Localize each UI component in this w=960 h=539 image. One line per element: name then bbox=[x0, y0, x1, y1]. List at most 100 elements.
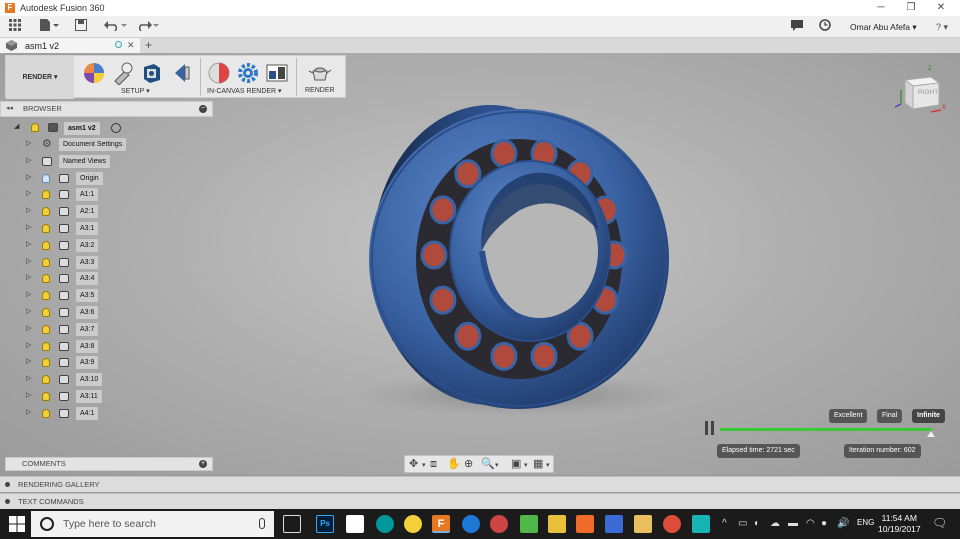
volume-icon[interactable]: 🔊 bbox=[837, 518, 849, 530]
undo-icon[interactable] bbox=[102, 19, 128, 35]
visibility-bulb-icon[interactable] bbox=[42, 257, 50, 267]
rendering-gallery-panel[interactable]: RENDERING GALLERY bbox=[0, 476, 960, 492]
data-panel-grid-icon[interactable] bbox=[8, 19, 22, 35]
app-icon[interactable] bbox=[605, 515, 623, 533]
visibility-bulb-icon[interactable] bbox=[42, 324, 50, 334]
fusion360-taskbar-icon[interactable]: F bbox=[432, 515, 450, 533]
browser-node[interactable]: ▷ Named Views bbox=[26, 154, 212, 168]
browser-node[interactable]: ▷ A3:10 bbox=[26, 373, 212, 387]
view-cube[interactable]: RIGHT Z X bbox=[892, 66, 946, 117]
look-at-icon[interactable]: ⧈ bbox=[430, 457, 437, 471]
pause-render-button[interactable] bbox=[705, 421, 716, 435]
browser-node[interactable]: ▷ A3:8 bbox=[26, 339, 212, 353]
visibility-bulb-icon[interactable] bbox=[42, 240, 50, 250]
zoom-window-icon[interactable]: ⊕ bbox=[464, 457, 473, 471]
visibility-bulb-icon[interactable] bbox=[42, 274, 50, 284]
minimize-button[interactable]: ─ bbox=[866, 0, 896, 16]
collapse-browser-button[interactable]: ◂◂ bbox=[6, 102, 13, 116]
expand-triangle-icon[interactable]: ▷ bbox=[26, 357, 31, 365]
help-menu[interactable]: ? ▾ bbox=[930, 19, 954, 35]
expand-triangle-icon[interactable]: ▷ bbox=[26, 240, 31, 248]
expand-triangle-icon[interactable]: ▷ bbox=[26, 374, 31, 382]
decal-icon[interactable] bbox=[169, 61, 193, 85]
onedrive-cloud-icon[interactable]: ☁ bbox=[770, 518, 780, 530]
quality-slider-handle[interactable] bbox=[927, 431, 935, 437]
scene-settings-icon[interactable] bbox=[111, 61, 135, 86]
appearance-icon[interactable] bbox=[82, 61, 106, 85]
app-icon[interactable] bbox=[692, 515, 710, 533]
tray-app-icon[interactable]: ▬ bbox=[788, 518, 798, 530]
display-settings-icon[interactable]: ▣ bbox=[511, 457, 521, 471]
expand-triangle-icon[interactable]: ▷ bbox=[26, 223, 31, 231]
app-icon[interactable] bbox=[548, 515, 566, 533]
workspace-switcher[interactable]: RENDER ▾ bbox=[6, 56, 74, 99]
browser-root-node[interactable]: ◢ asm1 v2 bbox=[12, 121, 212, 135]
browser-node[interactable]: ▷ Origin bbox=[26, 171, 212, 185]
render-teapot-icon[interactable] bbox=[308, 61, 332, 85]
store-icon[interactable] bbox=[346, 515, 364, 533]
visibility-bulb-icon[interactable] bbox=[31, 123, 39, 132]
browser-node[interactable]: ▷ A3:1 bbox=[26, 222, 212, 235]
browser-node[interactable]: ▷ A3:2 bbox=[26, 238, 212, 252]
visibility-bulb-icon[interactable] bbox=[42, 207, 50, 217]
tray-app-icon[interactable]: ▭ bbox=[738, 518, 747, 530]
zoom-dropdown-icon[interactable]: ▾ bbox=[495, 459, 499, 473]
browser-node[interactable]: ▷ A2:1 bbox=[26, 205, 212, 219]
visibility-bulb-icon[interactable] bbox=[42, 408, 50, 418]
collapse-triangle-icon[interactable]: ◢ bbox=[14, 122, 19, 130]
visibility-bulb-icon[interactable] bbox=[42, 392, 50, 401]
visibility-bulb-icon[interactable] bbox=[42, 173, 50, 183]
in-canvas-render-group-label[interactable]: IN-CANVAS RENDER ▾ bbox=[207, 87, 282, 95]
input-language[interactable]: ENG bbox=[857, 518, 874, 527]
browser-minimize-button[interactable]: − bbox=[199, 105, 207, 113]
orbit-dropdown-icon[interactable]: ▾ bbox=[422, 459, 426, 473]
expand-triangle-icon[interactable]: ▷ bbox=[26, 273, 31, 281]
expand-triangle-icon[interactable]: ▷ bbox=[26, 173, 31, 181]
activate-radio-icon[interactable] bbox=[111, 123, 121, 133]
windows-start-icon[interactable] bbox=[8, 515, 26, 533]
browser-node[interactable]: ▷ A4:1 bbox=[26, 406, 212, 420]
setup-group-label[interactable]: SETUP ▾ bbox=[121, 87, 150, 95]
job-status-clock-icon[interactable] bbox=[818, 19, 832, 35]
arduino-icon[interactable] bbox=[376, 515, 394, 533]
visibility-bulb-icon[interactable] bbox=[42, 291, 50, 301]
expand-triangle-icon[interactable]: ▷ bbox=[26, 324, 31, 332]
browser-node[interactable]: ▷ ⚙ Document Settings bbox=[26, 138, 212, 151]
expand-triangle-icon[interactable]: ▷ bbox=[26, 408, 31, 416]
app-icon[interactable] bbox=[404, 515, 422, 533]
expand-triangle-icon[interactable]: ▷ bbox=[26, 156, 31, 164]
file-menu-icon[interactable] bbox=[38, 19, 60, 35]
zoom-icon[interactable]: 🔍 bbox=[481, 457, 495, 471]
close-button[interactable]: ✕ bbox=[926, 0, 956, 16]
pan-hand-icon[interactable]: ✋ bbox=[447, 457, 461, 471]
system-clock[interactable]: 11:54 AM 10/19/2017 bbox=[878, 513, 921, 535]
notifications-icon[interactable] bbox=[790, 19, 804, 35]
tray-app-icon[interactable]: ◐ bbox=[754, 518, 760, 530]
add-comment-button[interactable]: + bbox=[199, 460, 207, 468]
quality-infinite-button[interactable]: Infinite bbox=[912, 409, 945, 423]
visibility-bulb-icon[interactable] bbox=[42, 224, 50, 233]
user-account-menu[interactable]: Omar Abu Afefa ▾ bbox=[850, 16, 917, 38]
visibility-bulb-icon[interactable] bbox=[42, 358, 50, 368]
task-view-icon[interactable] bbox=[283, 515, 301, 533]
expand-triangle-icon[interactable]: ▷ bbox=[26, 391, 31, 399]
wifi-icon[interactable]: ◠ bbox=[806, 518, 815, 530]
visibility-bulb-icon[interactable] bbox=[42, 341, 50, 351]
taskbar-search-box[interactable]: Type here to search bbox=[31, 511, 274, 537]
capture-image-icon[interactable] bbox=[265, 61, 289, 85]
render-settings-gear-icon[interactable] bbox=[236, 61, 260, 85]
browser-node[interactable]: ▷ A3:6 bbox=[26, 306, 212, 319]
texture-map-icon[interactable] bbox=[140, 61, 164, 85]
chrome-tray-icon[interactable]: ● bbox=[821, 518, 827, 530]
app-icon[interactable] bbox=[490, 515, 508, 533]
expand-triangle-icon[interactable]: ▷ bbox=[26, 257, 31, 265]
photoshop-icon[interactable]: Ps bbox=[316, 515, 334, 533]
browser-node[interactable]: ▷ A1:1 bbox=[26, 188, 212, 202]
expand-triangle-icon[interactable]: ▷ bbox=[26, 307, 31, 315]
visibility-bulb-icon[interactable] bbox=[42, 308, 50, 317]
expand-triangle-icon[interactable]: ▷ bbox=[26, 139, 31, 147]
browser-node[interactable]: ▷ A3:5 bbox=[26, 289, 212, 303]
expand-triangle-icon[interactable]: ▷ bbox=[26, 189, 31, 197]
camtasia-icon[interactable] bbox=[520, 515, 538, 533]
browser-panel-header[interactable]: ◂◂ BROWSER − bbox=[0, 101, 213, 117]
